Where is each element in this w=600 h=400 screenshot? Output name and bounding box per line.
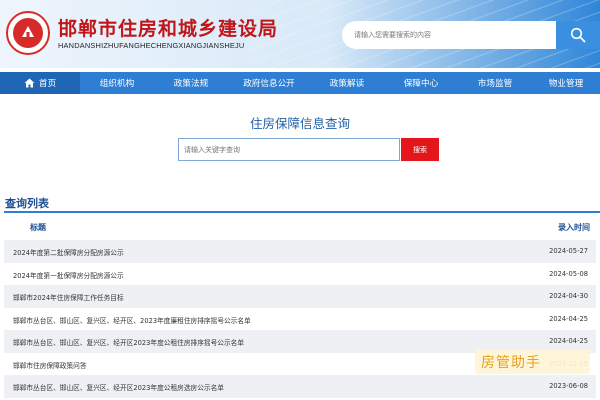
row-title[interactable]: 邯郸市丛台区、邯山区、复兴区、经开区2023年度公租住房排序摇号公示名单 [13,337,244,347]
nav-item-market[interactable]: 市场监管 [458,72,532,94]
main-nav: 首页 组织机构 政策法规 政府信息公开 政策解读 保障中心 市场监管 物业管理 [0,72,600,94]
nav-item-home[interactable]: 首页 [0,72,80,94]
table-row[interactable]: 2024年度第一批保障房分配房源公示 2024-05-08 [4,263,596,286]
nav-item-gov-info[interactable]: 政府信息公开 [228,72,310,94]
nav-item-organization[interactable]: 组织机构 [80,72,154,94]
site-header: 邯郸市住房和城乡建设局 HANDANSHIZHUFANGHECHENGXIANG… [0,0,600,68]
row-date: 2024-04-25 [549,314,588,323]
column-date: 录入时间 [558,223,590,232]
table-row[interactable]: 邯郸市丛台区、邯山区、复兴区、经开区、2023年度廉租住房排序摇号公示名单 20… [4,308,596,331]
table-row[interactable]: 邯郸市丛台区、邯山区、复兴区、经开区2023年度公租房选房公示名单 2023-0… [4,375,596,398]
row-date: 2024-04-25 [549,337,588,345]
row-title[interactable]: 邯郸市丛台区、邯山区、复兴区、经开区2023年度公租房选房公示名单 [13,382,224,392]
row-date: 2024-04-30 [549,292,588,300]
row-date: 2024-05-08 [549,269,588,278]
list-column-header: 标题 录入时间 [4,218,596,238]
emblem-logo[interactable] [6,11,50,55]
table-row[interactable]: 邯郸市2024年住房保障工作任务目标 2024-04-30 [4,285,596,308]
watermark-text: 房管助手 [481,355,541,371]
query-search-button[interactable]: 搜索 [401,138,439,161]
nav-label: 首页 [38,79,57,89]
site-subtitle: HANDANSHIZHUFANGHECHENGXIANGJIANSHEJU [58,41,245,50]
row-title[interactable]: 2024年度第一批保障房分配房源公示 [13,270,124,280]
list-heading: 查询列表 [5,197,49,210]
header-search-input[interactable] [342,21,542,49]
search-icon [570,27,586,43]
column-title: 标题 [30,223,46,232]
nav-item-policy[interactable]: 政策法规 [154,72,228,94]
nav-item-policy-interpretation[interactable]: 政策解读 [310,72,384,94]
row-title[interactable]: 2024年度第二批保障房分配房源公示 [13,247,124,257]
query-input[interactable] [178,138,400,161]
watermark-badge: 房管助手 [475,350,590,374]
site-title[interactable]: 邯郸市住房和城乡建设局 [58,14,278,41]
row-date: 2024-05-27 [549,247,588,255]
row-title[interactable]: 邯郸市住房保障政策问答 [13,360,87,370]
row-date: 2023-06-08 [549,382,588,390]
row-title[interactable]: 邯郸市丛台区、邯山区、复兴区、经开区、2023年度廉租住房排序摇号公示名单 [13,315,251,325]
nav-item-security-center[interactable]: 保障中心 [384,72,458,94]
table-row[interactable]: 2024年度第二批保障房分配房源公示 2024-05-27 [4,240,596,263]
query-title: 住房保障信息查询 [249,116,350,131]
nav-item-property[interactable]: 物业管理 [532,72,600,94]
building-icon [22,26,34,37]
home-icon [24,78,35,88]
header-search-box [342,21,556,49]
list-divider [4,211,600,213]
header-search-button[interactable] [556,21,600,49]
row-title[interactable]: 邯郸市2024年住房保障工作任务目标 [13,292,124,302]
